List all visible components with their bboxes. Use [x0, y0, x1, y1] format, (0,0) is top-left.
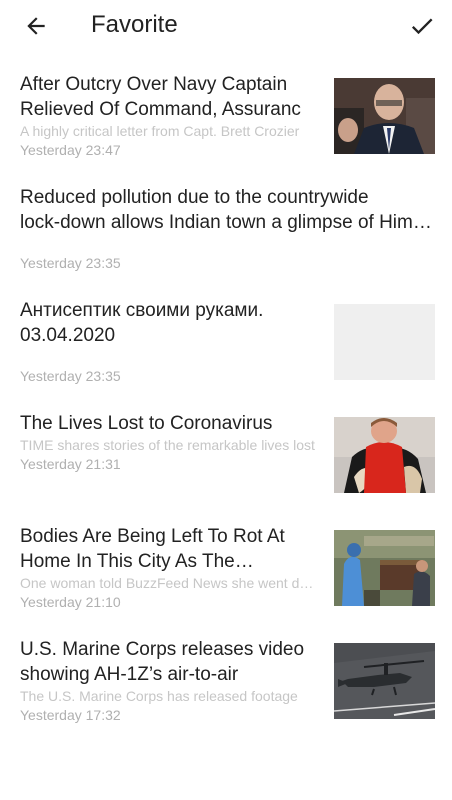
back-button[interactable] [14, 6, 58, 46]
item-timestamp: Yesterday 23:35 [20, 255, 121, 271]
list-item[interactable]: Bodies Are Being Left To Rot At Home In … [0, 516, 452, 629]
page-title: Favorite [91, 11, 178, 38]
item-headline-line: Reduced pollution due to the countrywide [20, 187, 369, 208]
item-text: The Lives Lost to Coronavirus TIME share… [20, 411, 315, 474]
item-description: TIME shares stories of the remarkable li… [20, 437, 315, 453]
list-item[interactable]: Антисептик своими руками. 03.04.2020 Yes… [0, 290, 452, 403]
arrow-left-icon [27, 17, 45, 35]
item-description: A highly critical letter from Capt. Bret… [20, 123, 300, 139]
item-thumbnail [334, 78, 435, 154]
list-item[interactable]: Reduced pollution due to the countrywide… [0, 177, 452, 290]
item-thumbnail [334, 530, 435, 606]
item-thumbnail [334, 643, 435, 719]
item-headline: The Lives Lost to Coronavirus [20, 413, 273, 434]
item-text: Bodies Are Being Left To Rot At Home In … [20, 524, 315, 612]
item-timestamp: Yesterday 21:31 [20, 456, 121, 472]
item-headline: Reduced pollution due to the countrywide… [20, 185, 436, 235]
item-text: After Outcry Over Navy Captain Relieved … [20, 72, 315, 160]
item-timestamp: Yesterday 23:47 [20, 142, 121, 158]
list-item[interactable]: U.S. Marine Corps releases video showing… [0, 629, 452, 742]
item-description [20, 235, 436, 254]
list-item[interactable]: The Lives Lost to Coronavirus TIME share… [0, 403, 452, 516]
app-bar: Favorite [0, 0, 452, 52]
item-thumbnail [334, 417, 435, 493]
item-timestamp: Yesterday 21:10 [20, 594, 121, 610]
list-item[interactable]: After Outcry Over Navy Captain Relieved … [0, 64, 452, 177]
item-description: The U.S. Marine Corps has released foota… [20, 688, 298, 704]
item-thumbnail-placeholder [334, 304, 435, 380]
item-headline-line: lock-down allows Indian town a glimpse o… [20, 212, 436, 233]
item-timestamp: Yesterday 23:35 [20, 368, 121, 384]
item-text: Антисептик своими руками. 03.04.2020 Yes… [20, 298, 315, 386]
done-button[interactable] [400, 6, 444, 46]
item-text: Reduced pollution due to the countrywide… [20, 185, 436, 273]
item-headline: U.S. Marine Corps releases video showing… [20, 639, 305, 685]
item-description: One woman told BuzzFeed News she went da… [20, 575, 315, 591]
item-headline: After Outcry Over Navy Captain Relieved … [20, 74, 301, 120]
check-icon [411, 18, 433, 35]
item-headline: Антисептик своими руками. 03.04.2020 [20, 300, 264, 346]
item-timestamp: Yesterday 17:32 [20, 707, 121, 723]
favorites-list: After Outcry Over Navy Captain Relieved … [0, 64, 452, 742]
item-description [20, 348, 315, 367]
item-headline: Bodies Are Being Left To Rot At Home In … [20, 526, 285, 572]
item-text: U.S. Marine Corps releases video showing… [20, 637, 315, 725]
